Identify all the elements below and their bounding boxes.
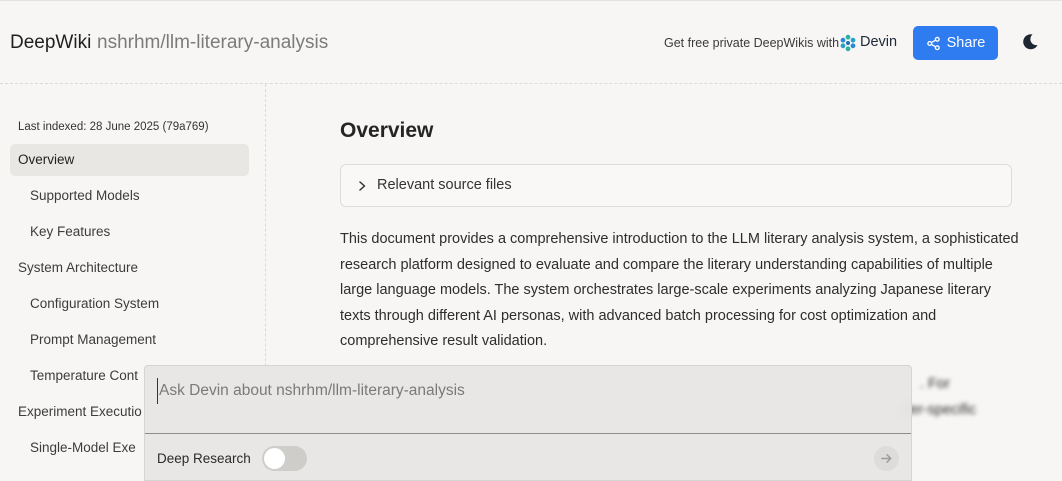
last-indexed-text: Last indexed: 28 June 2025 (79a769) xyxy=(18,121,209,133)
ask-devin-panel: Deep Research xyxy=(144,365,912,481)
arrow-right-icon xyxy=(881,454,892,463)
sidebar-item-system-architecture[interactable]: System Architecture xyxy=(18,252,138,284)
ask-panel-divider xyxy=(145,433,911,434)
repo-name: nshrhm/llm-literary-analysis xyxy=(97,32,329,53)
sidebar-item-temperature-control[interactable]: Temperature Cont xyxy=(30,360,138,392)
share-icon xyxy=(926,36,940,50)
page-title: Overview xyxy=(340,119,434,142)
sidebar-item-prompt-management[interactable]: Prompt Management xyxy=(30,324,156,356)
deep-research-label: Deep Research xyxy=(157,451,251,466)
relevant-source-files-toggle[interactable]: Relevant source files xyxy=(340,164,1012,207)
sidebar-item-overview[interactable]: Overview xyxy=(10,144,249,176)
top-header: DeepWiki nshrhm/llm-literary-analysis Ge… xyxy=(0,0,1062,84)
source-files-label: Relevant source files xyxy=(377,177,512,193)
send-button[interactable] xyxy=(874,446,899,471)
share-label: Share xyxy=(946,35,986,51)
paragraph2-fragment: . For xyxy=(920,376,950,392)
moon-icon[interactable] xyxy=(1020,32,1040,52)
ask-devin-input[interactable] xyxy=(157,378,897,404)
devin-promo-text: Get free private DeepWikis with xyxy=(664,36,840,50)
toggle-knob xyxy=(264,448,285,469)
overview-paragraph: This document provides a comprehensive i… xyxy=(340,231,1019,350)
brand-logo-text[interactable]: DeepWiki xyxy=(10,32,91,54)
sidebar-item-single-model-execution[interactable]: Single-Model Exe xyxy=(30,432,136,464)
sidebar-item-key-features[interactable]: Key Features xyxy=(30,216,110,248)
devin-link[interactable]: Devin xyxy=(860,34,897,50)
sidebar-item-supported-models[interactable]: Supported Models xyxy=(30,180,140,212)
sidebar-item-configuration-system[interactable]: Configuration System xyxy=(30,288,159,320)
paragraph2-fragment: der-specific xyxy=(902,402,977,418)
devin-logo-icon[interactable] xyxy=(839,34,857,52)
deep-research-toggle[interactable] xyxy=(262,446,307,471)
chevron-right-icon xyxy=(359,181,366,191)
share-button[interactable]: Share xyxy=(913,26,998,60)
sidebar-item-experiment-execution[interactable]: Experiment Executio xyxy=(18,396,142,428)
